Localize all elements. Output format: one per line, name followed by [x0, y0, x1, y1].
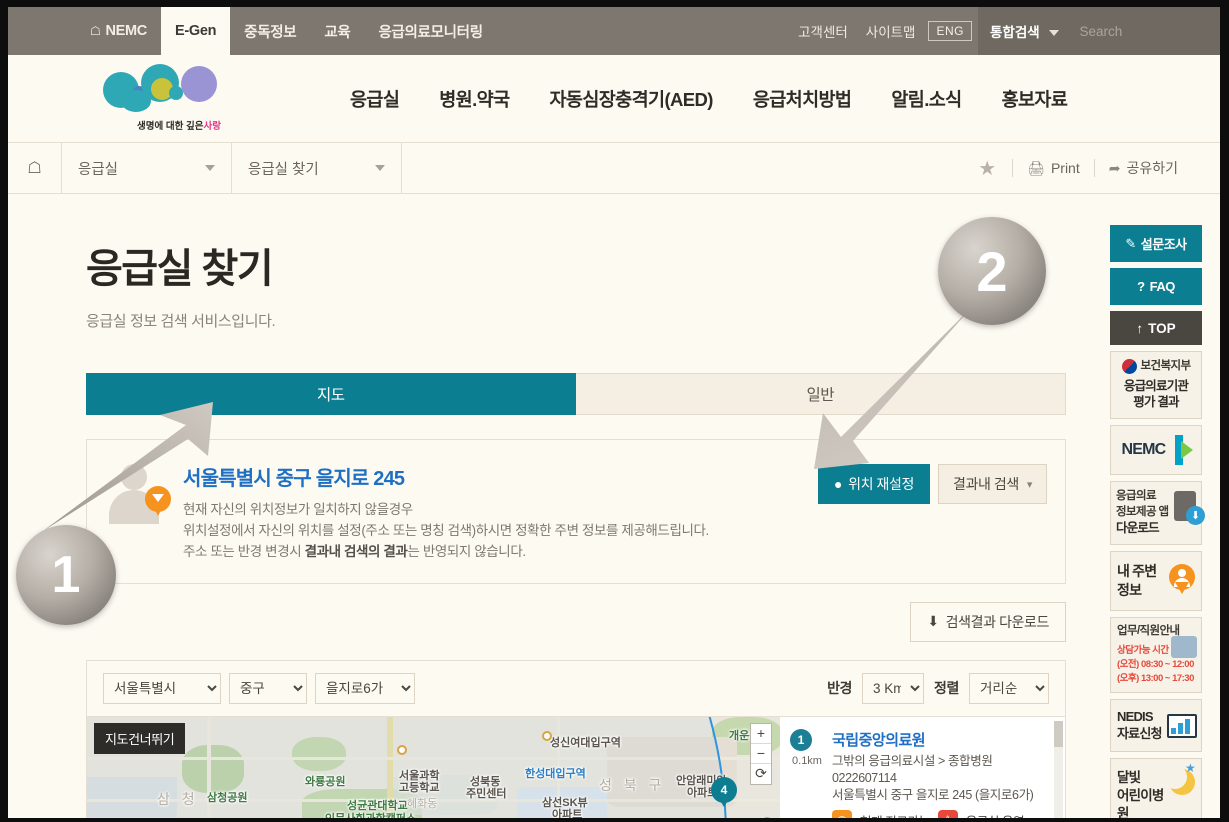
- annotation-badge-1: 1: [16, 525, 116, 625]
- annotation-arrow-1: [43, 402, 213, 531]
- screenshot-root: ☖ NEMC E-Gen 중독정보 교육 응급의료모니터링 고객센터 사이트맵: [0, 0, 1229, 822]
- window-frame-left: [0, 0, 8, 822]
- annotation-arrow-2: [814, 307, 972, 469]
- window-frame-bottom: [0, 818, 1229, 822]
- window-frame-right: [1220, 0, 1229, 822]
- window-frame-top: [0, 0, 1229, 7]
- annotation-badge-2: 2: [938, 217, 1046, 325]
- annotation-arrows: [43, 307, 972, 531]
- page-body: ☖ NEMC E-Gen 중독정보 교육 응급의료모니터링 고객센터 사이트맵: [8, 7, 1220, 818]
